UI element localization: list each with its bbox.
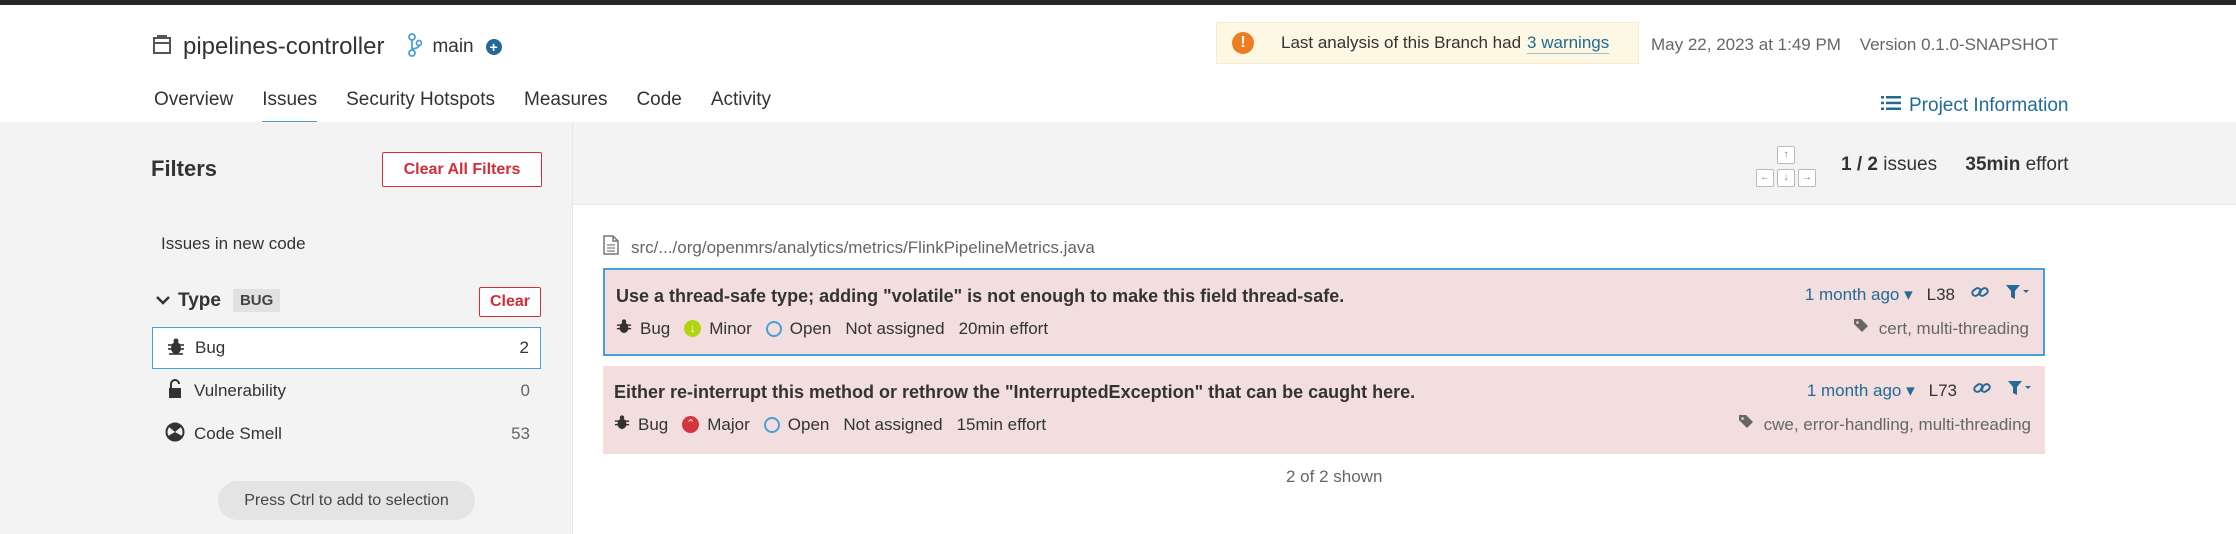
arrow-right-key-icon: → bbox=[1798, 169, 1816, 187]
permalink-icon[interactable] bbox=[1971, 284, 1989, 305]
issue-severity[interactable]: ⌃ Major bbox=[682, 415, 750, 435]
issue-meta: 1 month ago ▾ L73 bbox=[1807, 380, 2031, 401]
issues-count-suffix: issues bbox=[1883, 154, 1938, 175]
issue-tags[interactable]: cert, multi-threading bbox=[1853, 318, 2029, 339]
keyboard-shortcuts-hint: ↑ ← ↓ → bbox=[1754, 146, 1818, 192]
facet-count: 2 bbox=[519, 338, 529, 357]
analysis-warning-banner: ! Last analysis of this Branch had 3 war… bbox=[1216, 22, 1639, 64]
tab-overview[interactable]: Overview bbox=[154, 89, 233, 124]
bug-icon bbox=[165, 337, 187, 360]
issue-severity[interactable]: ↓ Minor bbox=[684, 319, 752, 339]
issue-line: L73 bbox=[1928, 380, 1957, 400]
tag-icon bbox=[1738, 414, 1756, 435]
type-facet-header[interactable]: Type BUG bbox=[156, 289, 281, 312]
facet-label: Vulnerability bbox=[194, 381, 286, 400]
type-facet-label: Type bbox=[178, 289, 221, 311]
issues-main: ↑ ← ↓ → 1 / 2 issues 35min effort src/..… bbox=[573, 122, 2236, 534]
code-smell-icon bbox=[164, 422, 186, 447]
tab-issues[interactable]: Issues bbox=[262, 89, 318, 124]
facet-item-bug[interactable]: Bug 2 bbox=[152, 327, 541, 369]
major-severity-icon: ⌃ bbox=[682, 416, 700, 433]
issues-toolbar: ↑ ← ↓ → 1 / 2 issues 35min effort bbox=[573, 122, 2236, 205]
project-name[interactable]: pipelines-controller bbox=[183, 33, 384, 61]
issue-type[interactable]: Bug bbox=[614, 414, 668, 435]
project-header: pipelines-controller main + ! Last analy… bbox=[0, 5, 2236, 124]
project-title-bar: pipelines-controller main + bbox=[153, 27, 502, 67]
total-effort-suffix: effort bbox=[2025, 154, 2069, 175]
issue-row[interactable]: Either re-interrupt this method or rethr… bbox=[603, 366, 2045, 454]
issue-assignee[interactable]: Not assigned bbox=[843, 415, 942, 435]
issue-attributes: Bug ⌃ Major Open Not assigned 15min effo… bbox=[614, 414, 1060, 435]
issues-count: 1 / 2 bbox=[1841, 154, 1878, 175]
tab-code[interactable]: Code bbox=[636, 89, 681, 124]
tab-security-hotspots[interactable]: Security Hotspots bbox=[346, 89, 495, 124]
filters-sidebar: Filters Clear All Filters Issues in new … bbox=[0, 122, 573, 534]
component-breadcrumb[interactable]: src/.../org/openmrs/analytics/metrics/Fl… bbox=[603, 235, 1095, 260]
bug-icon bbox=[614, 414, 630, 435]
filter-similar-icon[interactable] bbox=[2007, 380, 2031, 401]
shown-count: 2 of 2 shown bbox=[1286, 467, 1383, 486]
multiselect-hint: Press Ctrl to add to selection bbox=[218, 481, 475, 520]
permalink-icon[interactable] bbox=[1973, 380, 1991, 401]
type-facet-badge: BUG bbox=[232, 289, 281, 312]
issue-effort: 15min effort bbox=[956, 414, 1047, 434]
facet-count: 0 bbox=[520, 381, 530, 400]
issue-attributes: Bug ↓ Minor Open Not assigned 20min effo… bbox=[616, 318, 1062, 339]
clear-type-button[interactable]: Clear bbox=[479, 287, 541, 317]
issues-in-new-code-toggle[interactable]: Issues in new code bbox=[161, 234, 306, 254]
tag-icon bbox=[1853, 318, 1871, 339]
clear-all-filters-button[interactable]: Clear All Filters bbox=[382, 152, 542, 187]
arrow-down-key-icon: ↓ bbox=[1777, 169, 1795, 187]
facet-item-vulnerability[interactable]: Vulnerability 0 bbox=[152, 370, 541, 412]
issue-status[interactable]: Open bbox=[763, 415, 829, 435]
issue-status[interactable]: Open bbox=[765, 319, 831, 339]
branch-name[interactable]: main bbox=[432, 36, 473, 58]
total-effort: 35min bbox=[1965, 154, 2021, 175]
issue-message[interactable]: Use a thread-safe type; adding "volatile… bbox=[616, 286, 1344, 307]
file-icon bbox=[603, 235, 619, 260]
analysis-date: May 22, 2023 at 1:49 PM bbox=[1651, 35, 1841, 54]
chevron-down-icon bbox=[156, 292, 170, 310]
bug-icon bbox=[616, 318, 632, 339]
issue-line: L38 bbox=[1926, 284, 1955, 304]
warning-text: Last analysis of this Branch had bbox=[1281, 33, 1522, 52]
issue-effort: 20min effort bbox=[958, 318, 1049, 338]
filters-title: Filters bbox=[151, 156, 218, 181]
issues-pager: 1 / 2 issues 35min effort bbox=[1841, 154, 2069, 176]
facet-item-code-smell[interactable]: Code Smell 53 bbox=[152, 413, 541, 455]
issue-assignee[interactable]: Not assigned bbox=[845, 319, 944, 339]
facet-count: 53 bbox=[511, 424, 530, 443]
open-status-icon bbox=[763, 416, 780, 433]
project-information-label: Project Information bbox=[1909, 95, 2069, 116]
project-information-link[interactable]: Project Information bbox=[1881, 95, 2068, 117]
arrow-up-key-icon: ↑ bbox=[1777, 146, 1795, 164]
tab-measures[interactable]: Measures bbox=[524, 89, 607, 124]
tab-activity[interactable]: Activity bbox=[711, 89, 771, 124]
warnings-link[interactable]: 3 warnings bbox=[1527, 33, 1610, 54]
issue-meta: 1 month ago ▾ L38 bbox=[1805, 284, 2029, 305]
issue-message[interactable]: Either re-interrupt this method or rethr… bbox=[614, 382, 1415, 403]
project-version: Version 0.1.0-SNAPSHOT bbox=[1859, 35, 2059, 54]
issue-type[interactable]: Bug bbox=[616, 318, 670, 339]
issue-tags[interactable]: cwe, error-handling, multi-threading bbox=[1738, 414, 2031, 435]
facet-label: Code Smell bbox=[194, 424, 282, 443]
facet-label: Bug bbox=[195, 338, 226, 357]
issue-age[interactable]: 1 month ago ▾ bbox=[1807, 381, 1915, 401]
warning-icon: ! bbox=[1232, 32, 1254, 54]
minor-severity-icon: ↓ bbox=[684, 320, 702, 337]
project-nav: Overview Issues Security Hotspots Measur… bbox=[154, 89, 800, 124]
analysis-meta: May 22, 2023 at 1:49 PM Version 0.1.0-SN… bbox=[1651, 35, 2058, 55]
list-icon bbox=[1881, 95, 1901, 117]
branch-selector[interactable]: main + bbox=[408, 32, 502, 62]
project-icon bbox=[153, 34, 171, 60]
add-branch-icon[interactable]: + bbox=[485, 39, 502, 55]
issue-row[interactable]: Use a thread-safe type; adding "volatile… bbox=[603, 268, 2045, 356]
lock-open-icon bbox=[164, 378, 186, 404]
branch-icon bbox=[408, 32, 423, 62]
file-path: src/.../org/openmrs/analytics/metrics/Fl… bbox=[631, 237, 1095, 257]
arrow-left-key-icon: ← bbox=[1756, 169, 1774, 187]
filter-similar-icon[interactable] bbox=[2005, 284, 2029, 305]
issue-age[interactable]: 1 month ago ▾ bbox=[1805, 285, 1913, 305]
open-status-icon bbox=[765, 320, 782, 337]
